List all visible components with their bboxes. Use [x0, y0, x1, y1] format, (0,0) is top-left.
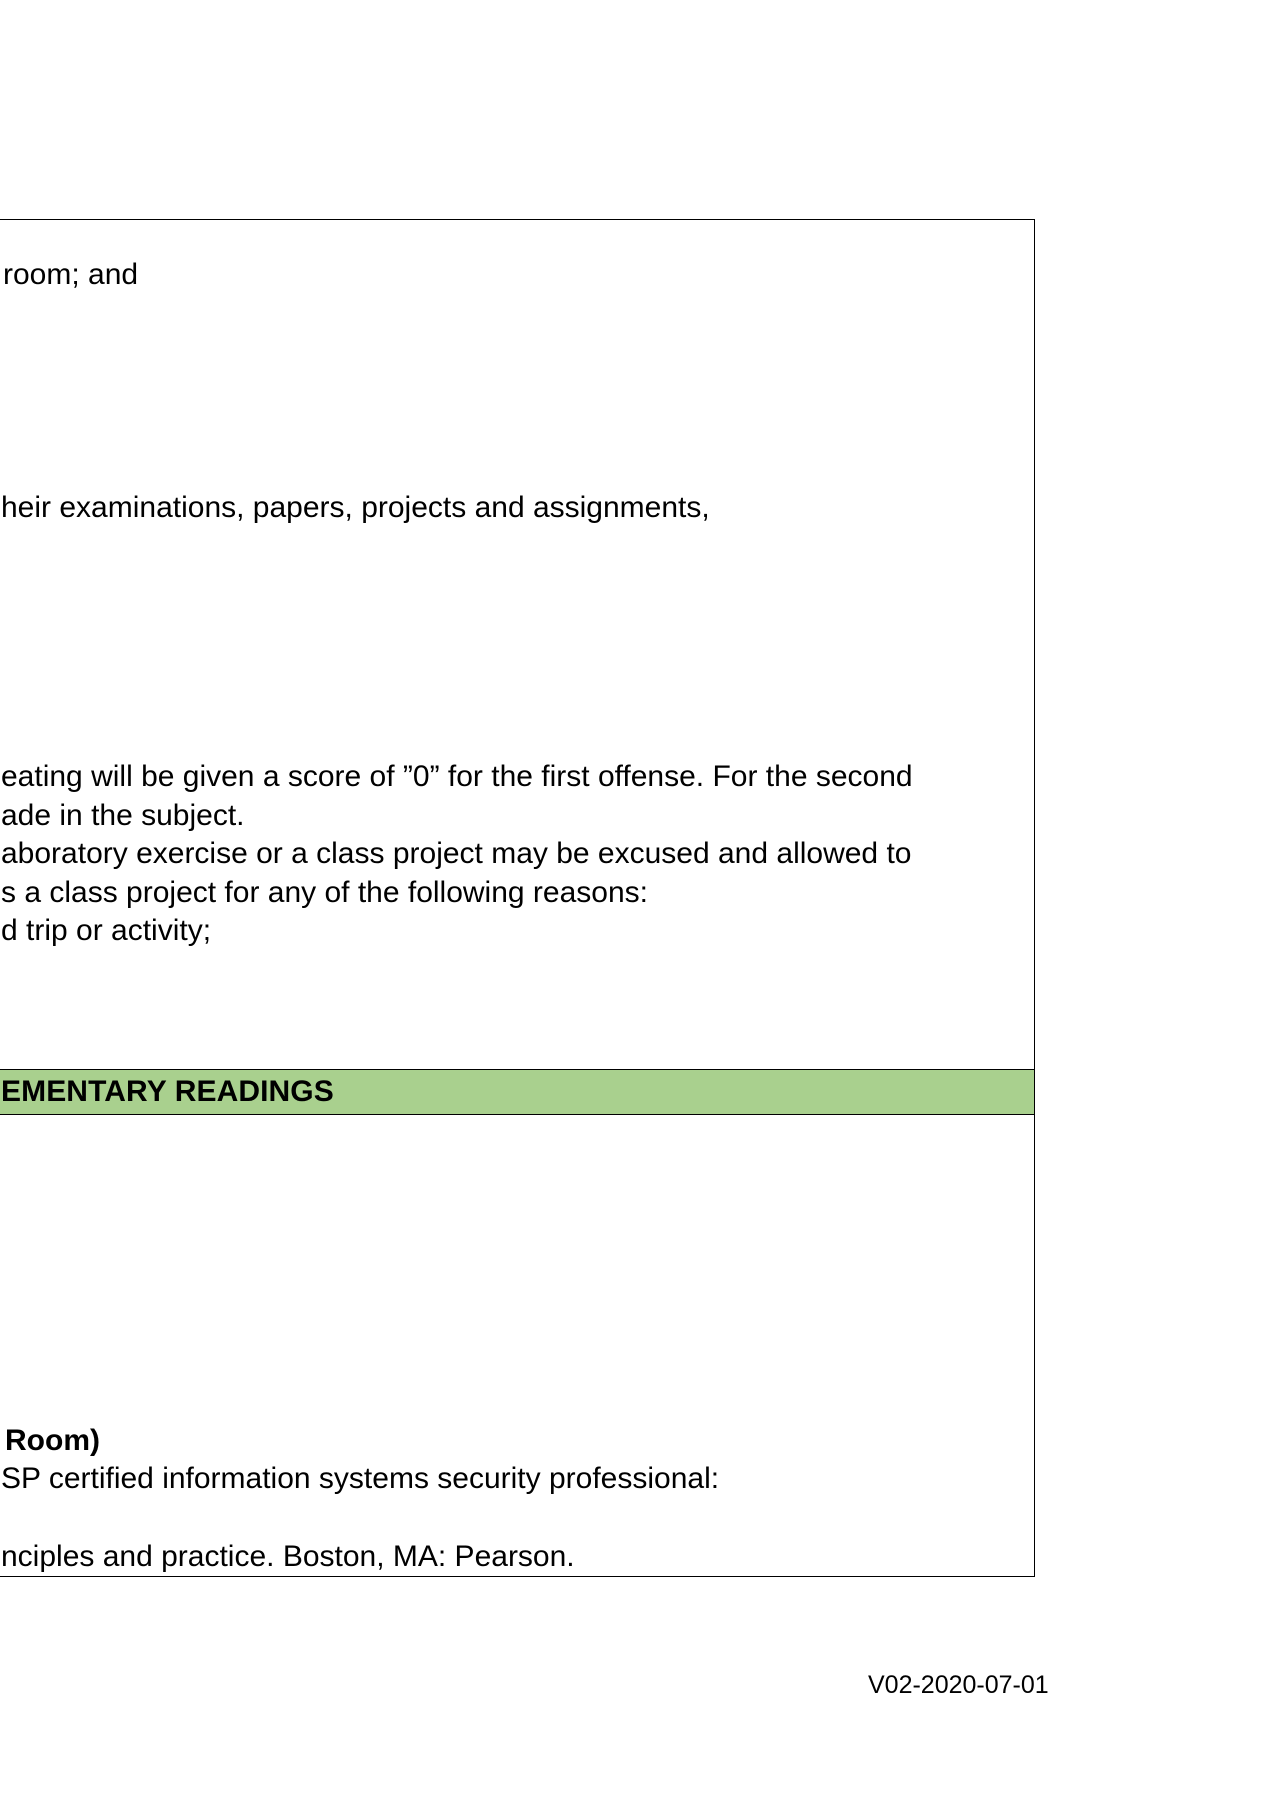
policy-line: s a class project for any of the followi…: [1, 876, 648, 909]
policy-line: heir examinations, papers, projects and …: [1, 491, 710, 524]
reading-reference-line: nciples and practice. Boston, MA: Pearso…: [1, 1540, 575, 1573]
policy-line: room; and: [3, 258, 139, 291]
policy-line: eating will be given a score of ”0” for …: [1, 760, 913, 793]
document-page: room; and heir examinations, papers, pro…: [0, 0, 1274, 1800]
policy-line: d trip or activity;: [1, 914, 212, 947]
section-title: EMENTARY READINGS: [1, 1075, 334, 1108]
policy-line: ade in the subject.: [1, 799, 245, 832]
classroom-policy-cell: room; and heir examinations, papers, pro…: [0, 220, 1034, 1069]
reading-reference-line: SP certified information systems securit…: [1, 1462, 720, 1495]
supplementary-readings-header: EMENTARY READINGS: [0, 1069, 1034, 1115]
policy-line: aboratory exercise or a class project ma…: [1, 837, 912, 870]
syllabus-table: room; and heir examinations, papers, pro…: [0, 219, 1035, 1577]
readings-cell: Room) SP certified information systems s…: [0, 1115, 1034, 1576]
version-label: V02-2020-07-01: [868, 1671, 1049, 1699]
reading-location-label: Room): [5, 1424, 100, 1457]
